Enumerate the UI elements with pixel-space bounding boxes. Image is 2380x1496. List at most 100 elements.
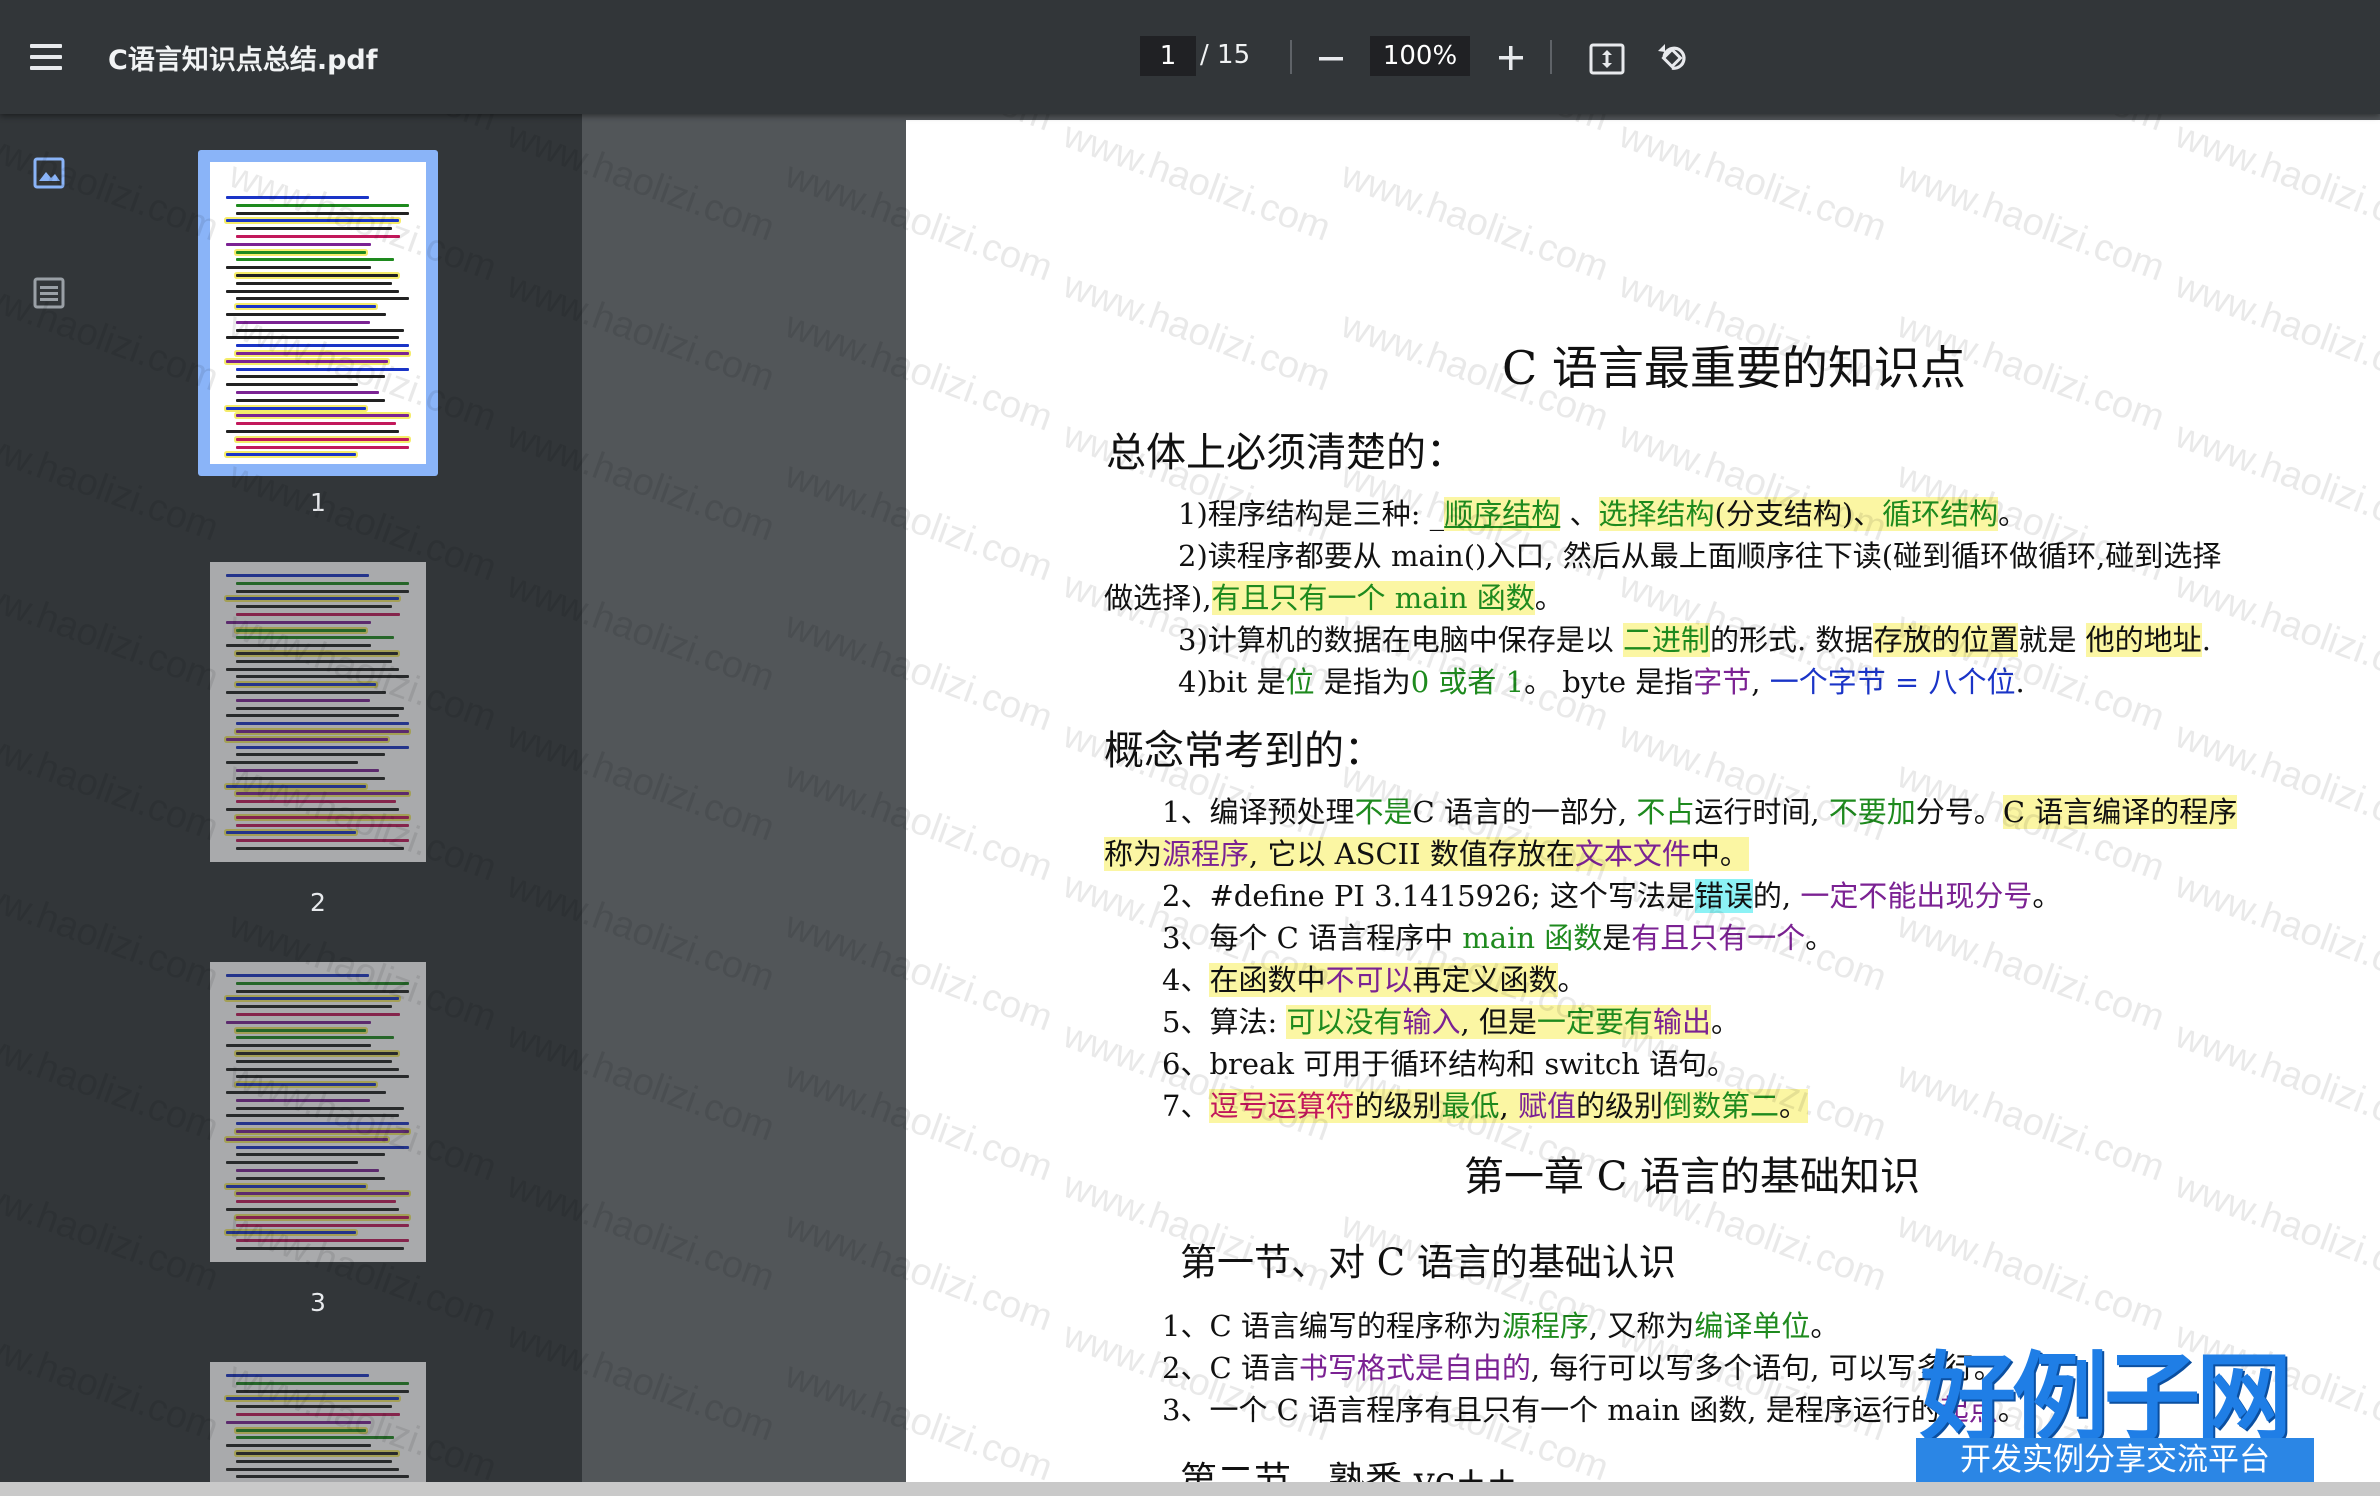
concept-line-2: 2、#define PI 3.1415926; 这个写法是错误的, 一定不能出现…: [1162, 879, 2062, 913]
zoom-in-icon[interactable]: [1496, 43, 1526, 77]
toolbar-divider: [1550, 40, 1552, 74]
thumbnail-page-4[interactable]: [210, 1362, 426, 1482]
thumbnail-text-line: [236, 1239, 409, 1243]
thumbnail-text-line: [236, 250, 366, 254]
thumbnail-text-line: [226, 1137, 388, 1141]
thumbnail-page-3[interactable]: [210, 962, 426, 1262]
thumbnail-text-line: [236, 1176, 386, 1180]
thumbnail-text-line: [236, 776, 386, 780]
thumbnail-text-line: [236, 1247, 405, 1250]
thumbnail-text-line: [236, 344, 409, 348]
thumbnail-text-line: [236, 320, 370, 324]
thumbnail-text-line: [236, 753, 386, 757]
thumbnail-text-line: [236, 398, 386, 402]
thumbnail-text-line: [226, 1374, 369, 1377]
thumbnail-text-line: [236, 706, 405, 710]
thumbnail-text-line: [236, 1075, 409, 1079]
chapter-1-heading: 第一章 C 语言的基础知识: [1464, 1154, 1921, 1200]
thumbnail-text-line: [236, 352, 409, 355]
thumbnail-1-label: 1: [310, 488, 326, 517]
zoom-level-input[interactable]: 100%: [1370, 36, 1470, 76]
thumbnail-text-line: [236, 659, 392, 663]
thumbnail-text-line: [236, 414, 409, 418]
thumbnail-text-line: [236, 367, 409, 371]
thumbnail-text-line: [226, 383, 358, 387]
thumbnail-text-line: [236, 258, 394, 262]
thumbnail-text-line: [236, 1130, 409, 1133]
thumbnail-3-label: 3: [310, 1288, 326, 1317]
file-title: C语言知识点总结.pdf: [108, 45, 378, 76]
thumbnail-text-line: [226, 1397, 399, 1401]
thumbnail-text-line: [236, 1381, 409, 1385]
thumbnail-text-line: [236, 745, 409, 749]
thumbnail-text-line: [236, 1028, 366, 1032]
section-heading-overall: 总体上必须清楚的：: [1106, 430, 1466, 476]
overall-line-1: 1)程序结构是三种: _顺序结构 、选择结构(分支结构)、循环结构。: [1178, 497, 2028, 531]
thumbnail-text-line: [236, 297, 409, 301]
outline-view-icon[interactable]: [32, 276, 66, 314]
thumbnail-view-icon[interactable]: [32, 156, 66, 194]
thumbnail-text-line: [226, 808, 399, 811]
overall-line-2-cont: 做选择),有且只有一个 main 函数。: [1104, 581, 1564, 615]
thumbnail-text-line: [236, 1452, 398, 1455]
thumbnail-text-line: [236, 989, 409, 993]
thumbnail-text-line: [236, 203, 409, 207]
fit-page-icon[interactable]: [1588, 40, 1626, 82]
thumbnail-text-line: [226, 336, 399, 340]
thumbnail-text-line: [226, 974, 369, 977]
thumbnail-text-line: [236, 1389, 409, 1393]
menu-icon[interactable]: [30, 44, 62, 70]
thumbnail-text-line: [226, 313, 386, 316]
thumbnail-text-line: [236, 683, 377, 687]
overall-line-2: 2)读程序都要从 main()入口, 然后从最上面顺序往下读(碰到循环做循环,碰…: [1178, 539, 2222, 573]
pdf-page-1: C 语言最重要的知识点 总体上必须清楚的： 1)程序结构是三种: _顺序结构 、…: [906, 120, 2380, 1496]
zoom-out-icon[interactable]: [1316, 44, 1346, 78]
thumbnail-text-line: [226, 620, 371, 624]
thumbnail-text-line: [226, 1044, 371, 1048]
thumbnail-text-line: [236, 328, 405, 332]
thumbnail-text-line: [236, 1475, 409, 1479]
thumbnail-text-line: [236, 1223, 409, 1227]
thumbnail-text-line: [226, 597, 399, 601]
thumbnail-text-line: [226, 289, 399, 293]
thumbnail-text-line: [226, 196, 369, 199]
thumbnail-text-line: [226, 219, 399, 223]
thumbnail-text-line: [236, 227, 392, 231]
thumbnail-text-line: [236, 235, 401, 238]
thumbnail-text-line: [226, 453, 356, 457]
concept-line-5: 5、算法: 可以没有输入, 但是一定要有输出。: [1162, 1005, 1740, 1039]
thumbnail-text-line: [226, 997, 399, 1001]
rotate-icon[interactable]: [1652, 38, 1692, 82]
thumbnail-text-line: [236, 1436, 394, 1440]
section-1-1-heading: 第一节、对 C 语言的基础认识: [1180, 1241, 1676, 1284]
thumbnail-text-line: [226, 1208, 399, 1211]
thumbnail-text-line: [236, 792, 409, 796]
chapter1-line-2: 2、C 语言书写格式是自由的, 每行可以写多个语句, 可以写多行。: [1162, 1351, 2003, 1385]
thumbnail-text-line: [236, 422, 396, 426]
thumbnail-text-line: [226, 242, 371, 246]
concept-line-1-cont: 称为源程序, 它以 ASCII 数值存放在文本文件中。: [1104, 837, 1749, 871]
thumbnail-2-label: 2: [310, 888, 326, 917]
thumbnail-text-line: [236, 675, 409, 679]
thumbnail-page-2[interactable]: [210, 562, 426, 862]
concept-line-3: 3、每个 C 语言程序中 main 函数是有且只有一个。: [1162, 921, 1835, 955]
thumbnail-text-line: [226, 644, 371, 648]
thumbnail-text-line: [236, 1153, 386, 1157]
thumbnail-text-line: [226, 831, 356, 835]
thumbnail-text-line: [236, 1200, 396, 1204]
thumbnail-text-line: [226, 1467, 399, 1471]
chapter1-line-3: 3、一个 C 语言程序有且只有一个 main 函数, 是程序运行的起点。: [1162, 1393, 2027, 1427]
thumbnail-text-line: [236, 589, 409, 593]
thumbnail-text-line: [236, 281, 392, 285]
page-number-input[interactable]: 1: [1140, 36, 1196, 76]
thumbnail-text-line: [226, 1161, 358, 1165]
thumbnail-page-1[interactable]: [210, 162, 426, 464]
thumbnail-text-line: [236, 636, 394, 640]
thumbnail-text-line: [236, 839, 409, 843]
thumbnail-text-line: [226, 266, 371, 270]
thumbnail-text-line: [236, 730, 409, 733]
thumbnail-text-line: [226, 761, 358, 765]
section-heading-concepts: 概念常考到的：: [1104, 728, 1384, 774]
thumbnail-text-line: [236, 437, 409, 441]
thumbnail-text-line: [226, 784, 367, 788]
